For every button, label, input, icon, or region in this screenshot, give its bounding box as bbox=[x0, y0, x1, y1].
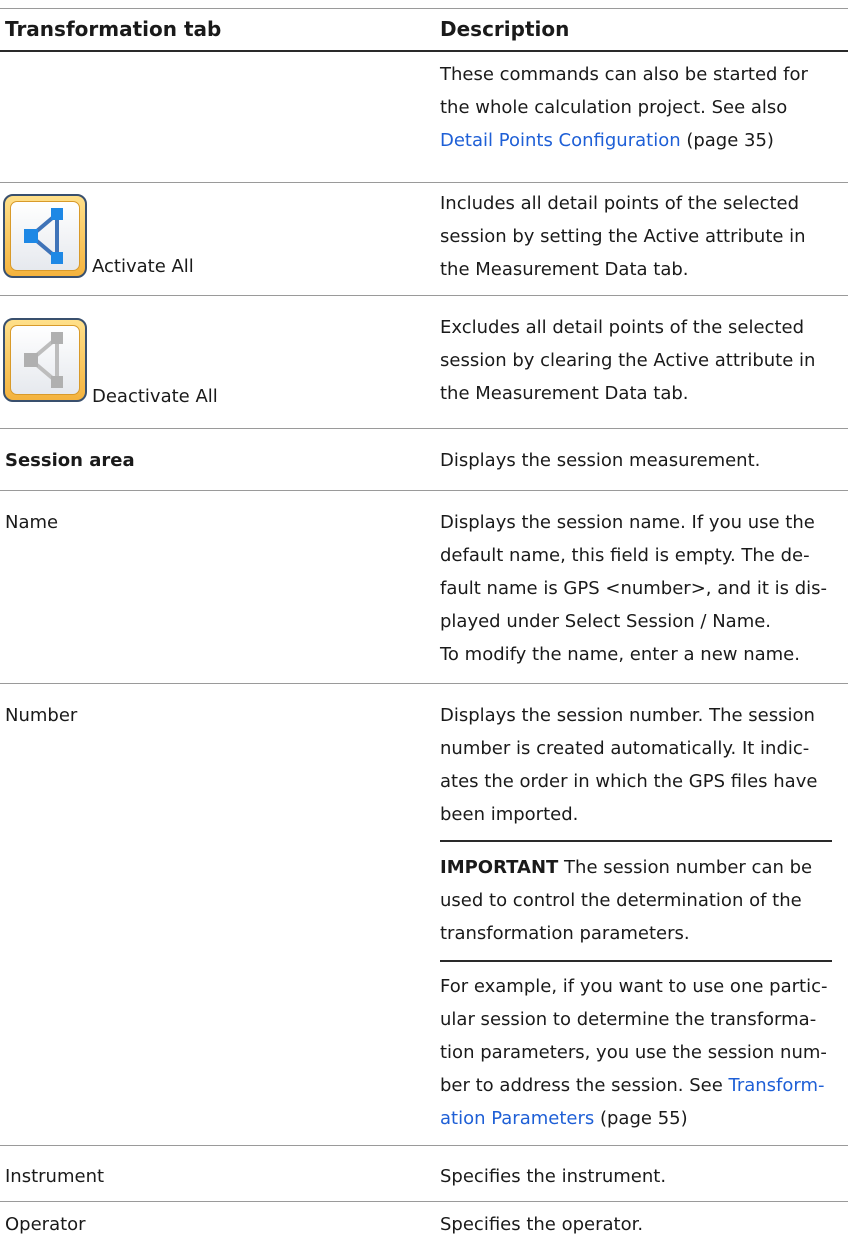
name-desc-line: fault name is GPS <number>, and it is di… bbox=[440, 578, 827, 599]
column-header-description: Description bbox=[440, 17, 570, 41]
transformation-parameters-link[interactable]: Transform- bbox=[728, 1075, 824, 1096]
example-text: ber to address the session. See bbox=[440, 1075, 729, 1096]
triangle-points-disabled-icon bbox=[24, 332, 63, 388]
intro-text-line: These commands can also be started for bbox=[440, 64, 808, 85]
header-rule bbox=[0, 50, 848, 52]
number-desc-line: Displays the session number. The session bbox=[440, 705, 815, 726]
important-label: IMPORTANT bbox=[440, 857, 559, 878]
operator-label: Operator bbox=[5, 1214, 86, 1235]
activate-all-icon[interactable] bbox=[3, 194, 87, 278]
number-desc-line: ates the order in which the GPS files ha… bbox=[440, 771, 818, 792]
session-area-label: Session area bbox=[5, 450, 135, 471]
transformation-parameters-link[interactable]: ation Parameters bbox=[440, 1108, 594, 1129]
row-rule bbox=[0, 490, 848, 491]
intro-link-line: Detail Points Configuration (page 35) bbox=[440, 124, 840, 157]
number-desc-line: number is created automatically. It indi… bbox=[440, 738, 810, 759]
instrument-label: Instrument bbox=[5, 1166, 105, 1187]
example-line: tion parameters, you use the session num… bbox=[440, 1042, 827, 1063]
example-line: For example, if you want to use one part… bbox=[440, 976, 828, 997]
important-note-line: used to control the determination of the bbox=[440, 890, 802, 911]
icon-face bbox=[10, 325, 80, 395]
important-note-rule bbox=[440, 840, 832, 842]
number-label: Number bbox=[5, 705, 78, 726]
activate-desc-line: Includes all detail points of the select… bbox=[440, 193, 800, 214]
example-line: ation Parameters (page 55) bbox=[440, 1102, 840, 1135]
operator-desc: Specifies the operator. bbox=[440, 1214, 644, 1235]
deactivate-desc-line: session by clearing the Active attribute… bbox=[440, 350, 816, 371]
instrument-desc: Specifies the instrument. bbox=[440, 1166, 667, 1187]
column-header-transformation-tab: Transformation tab bbox=[5, 17, 222, 41]
detail-points-configuration-link[interactable]: Detail Points Configuration bbox=[440, 130, 681, 151]
row-rule bbox=[0, 428, 848, 429]
important-text: The session number can be bbox=[558, 857, 813, 878]
activate-desc-line: session by setting the Active attribute … bbox=[440, 226, 806, 247]
example-line: ber to address the session. See Transfor… bbox=[440, 1069, 840, 1102]
row-rule bbox=[0, 182, 848, 183]
page-ref: (page 55) bbox=[594, 1108, 688, 1129]
row-rule bbox=[0, 1201, 848, 1202]
deactivate-all-label: Deactivate All bbox=[92, 386, 218, 407]
activate-desc-line: the Measurement Data tab. bbox=[440, 259, 689, 280]
example-line: ular session to determine the transforma… bbox=[440, 1009, 817, 1030]
activate-all-label: Activate All bbox=[92, 256, 194, 277]
table-top-rule bbox=[0, 8, 848, 9]
name-desc-line: default name, this field is empty. The d… bbox=[440, 545, 810, 566]
row-rule bbox=[0, 295, 848, 296]
number-desc-line: been imported. bbox=[440, 804, 579, 825]
deactivate-desc-line: the Measurement Data tab. bbox=[440, 383, 689, 404]
name-desc-line: played under Select Session / Name. bbox=[440, 611, 772, 632]
row-rule bbox=[0, 683, 848, 684]
intro-text-line: the whole calculation project. See also bbox=[440, 97, 788, 118]
important-note-line: transformation parameters. bbox=[440, 923, 690, 944]
page-ref: (page 35) bbox=[680, 130, 774, 151]
triangle-points-icon bbox=[24, 208, 63, 264]
name-desc-line: To modify the name, enter a new name. bbox=[440, 644, 800, 665]
deactivate-all-icon[interactable] bbox=[3, 318, 87, 402]
row-rule bbox=[0, 1145, 848, 1146]
icon-face bbox=[10, 201, 80, 271]
important-note-rule bbox=[440, 960, 832, 962]
session-area-desc: Displays the session measurement. bbox=[440, 450, 761, 471]
name-desc-line: Displays the session name. If you use th… bbox=[440, 512, 815, 533]
name-label: Name bbox=[5, 512, 59, 533]
deactivate-desc-line: Excludes all detail points of the select… bbox=[440, 317, 804, 338]
important-note-line: IMPORTANT The session number can be bbox=[440, 851, 840, 884]
